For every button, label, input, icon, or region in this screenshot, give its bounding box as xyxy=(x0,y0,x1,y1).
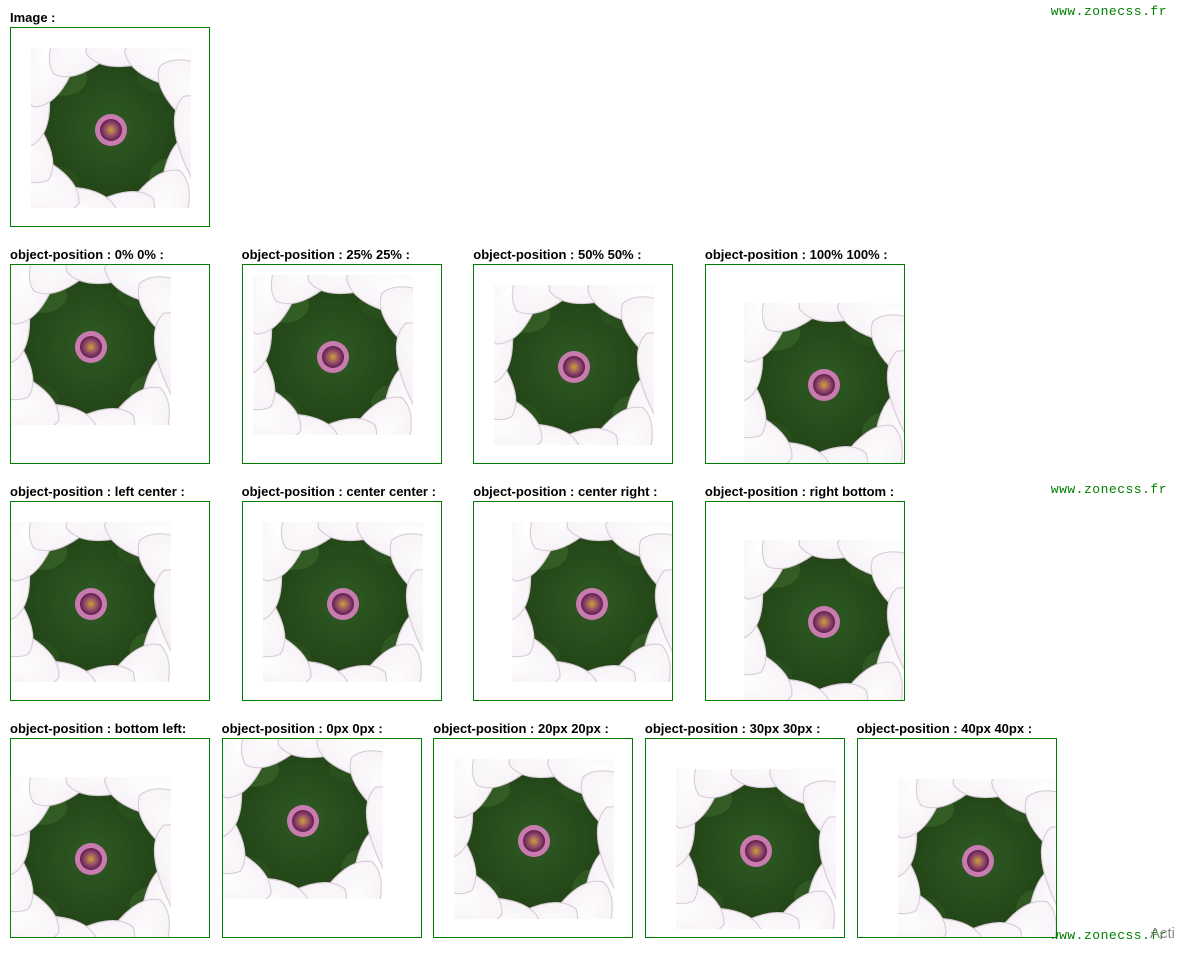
watermark-1: www.zonecss.fr xyxy=(1051,4,1167,19)
frame-1-0 xyxy=(10,501,210,701)
frame-header xyxy=(10,27,210,227)
label-2-0: object-position : bottom left: xyxy=(10,721,210,736)
row-2: object-position : left center : object-p… xyxy=(10,482,1169,719)
frame-2-4 xyxy=(857,738,1057,938)
label-2-1: object-position : 0px 0px : xyxy=(222,721,422,736)
frame-1-3 xyxy=(705,501,905,701)
example-0-1: object-position : 25% 25% : xyxy=(242,245,442,464)
flower-icon xyxy=(11,522,171,682)
flower-icon xyxy=(223,739,383,899)
label-2-2: object-position : 20px 20px : xyxy=(433,721,633,736)
frame-2-1 xyxy=(222,738,422,938)
label-1-1: object-position : center center : xyxy=(242,484,442,499)
label-2-4: object-position : 40px 40px : xyxy=(857,721,1057,736)
example-1-0: object-position : left center : xyxy=(10,482,210,701)
row-3: object-position : bottom left: object-po… xyxy=(10,719,1169,956)
flower-icon xyxy=(744,540,904,700)
frame-2-0 xyxy=(10,738,210,938)
example-2-0: object-position : bottom left: xyxy=(10,719,210,938)
example-2-1: object-position : 0px 0px : xyxy=(222,719,422,938)
frame-2-2 xyxy=(433,738,633,938)
example-1-1: object-position : center center : xyxy=(242,482,442,701)
flower-icon xyxy=(11,777,171,937)
example-2-4: object-position : 40px 40px : xyxy=(857,719,1057,938)
frame-0-3 xyxy=(705,264,905,464)
label-0-3: object-position : 100% 100% : xyxy=(705,247,905,262)
frame-1-2 xyxy=(473,501,673,701)
example-1-2: object-position : center right : xyxy=(473,482,673,701)
flower-icon xyxy=(744,303,904,463)
flower-icon xyxy=(31,48,191,208)
flower-icon xyxy=(263,522,423,682)
example-1-3: object-position : right bottom : xyxy=(705,482,905,701)
label-2-3: object-position : 30px 30px : xyxy=(645,721,845,736)
flower-icon xyxy=(494,285,654,445)
frame-0-1 xyxy=(242,264,442,464)
label-1-0: object-position : left center : xyxy=(10,484,210,499)
flower-icon xyxy=(676,769,836,929)
label-0-0: object-position : 0% 0% : xyxy=(10,247,210,262)
example-header: Image : xyxy=(10,8,210,227)
label-1-3: object-position : right bottom : xyxy=(705,484,905,499)
frame-0-2 xyxy=(473,264,673,464)
row-1: object-position : 0% 0% : object-positio… xyxy=(10,245,1169,482)
activate-windows-hint: Acti xyxy=(1150,925,1175,942)
label-1-2: object-position : center right : xyxy=(473,484,673,499)
label-0-1: object-position : 25% 25% : xyxy=(242,247,442,262)
label-header: Image : xyxy=(10,10,210,25)
example-0-3: object-position : 100% 100% : xyxy=(705,245,905,464)
example-0-2: object-position : 50% 50% : xyxy=(473,245,673,464)
watermark-2: www.zonecss.fr xyxy=(1051,482,1167,497)
flower-icon xyxy=(11,265,171,425)
example-2-3: object-position : 30px 30px : xyxy=(645,719,845,938)
flower-icon xyxy=(898,779,1057,938)
label-0-2: object-position : 50% 50% : xyxy=(473,247,673,262)
example-2-2: object-position : 20px 20px : xyxy=(433,719,633,938)
flower-icon xyxy=(253,275,413,435)
flower-icon xyxy=(512,522,672,682)
flower-icon xyxy=(454,759,614,919)
example-0-0: object-position : 0% 0% : xyxy=(10,245,210,464)
frame-0-0 xyxy=(10,264,210,464)
frame-1-1 xyxy=(242,501,442,701)
frame-2-3 xyxy=(645,738,845,938)
